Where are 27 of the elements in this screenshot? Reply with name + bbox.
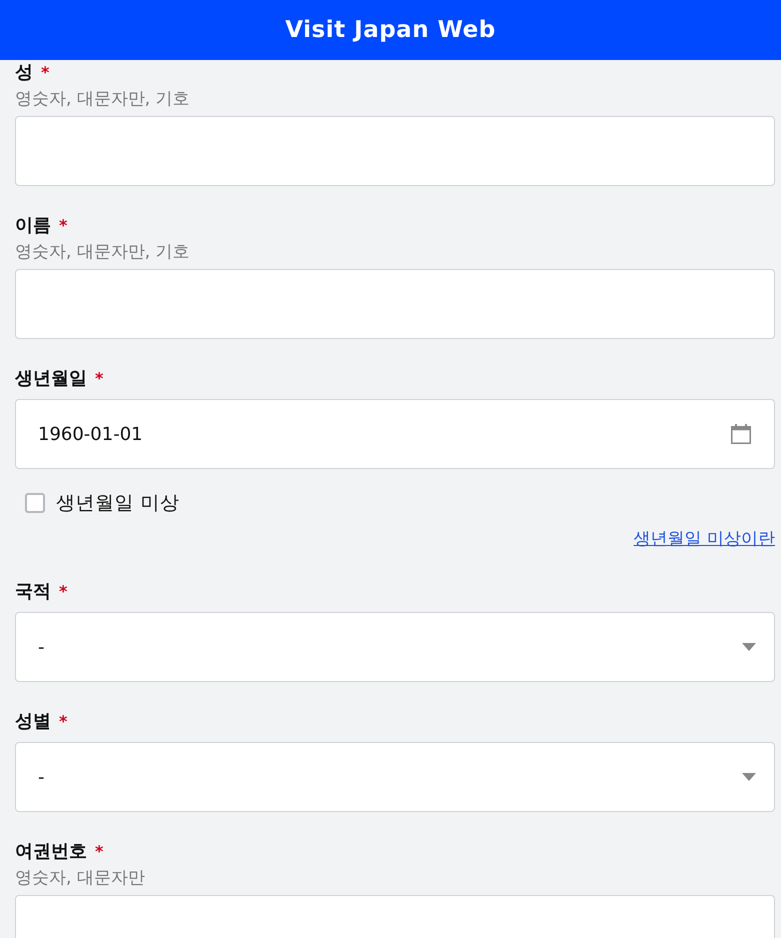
app-title: Visit Japan Web <box>285 17 496 43</box>
checkbox-label: 생년월일 미상 <box>56 491 180 516</box>
caret-icon <box>742 773 756 781</box>
required-mark: * <box>95 368 104 390</box>
required-mark: * <box>59 581 68 603</box>
required-mark: * <box>59 711 68 733</box>
hint-text: 영숫자, 대문자만, 기호 <box>15 88 191 111</box>
field-label: 성별 <box>15 710 51 734</box>
hint-text: 영숫자, 대문자만 <box>15 867 146 890</box>
required-mark: * <box>41 62 50 84</box>
field-label: 성 <box>15 61 33 85</box>
input-field[interactable] <box>15 116 775 186</box>
required-mark: * <box>59 215 68 237</box>
help-link[interactable]: 생년월일 미상이란 <box>634 526 775 552</box>
checkbox[interactable] <box>25 493 45 513</box>
field-label: 여권번호 <box>15 840 87 864</box>
field-label: 국적 <box>15 580 51 604</box>
select-field[interactable]: - <box>15 742 775 812</box>
field-label: 생년월일 <box>15 367 87 391</box>
calendar-icon <box>731 424 751 444</box>
input-field[interactable] <box>15 269 775 339</box>
select-field[interactable]: - <box>15 612 775 682</box>
required-mark: * <box>95 841 104 863</box>
field-label: 이름 <box>15 214 51 238</box>
hint-text: 영숫자, 대문자만, 기호 <box>15 241 191 264</box>
date-field[interactable]: 1960-01-01 <box>15 399 775 469</box>
caret-icon <box>742 643 756 651</box>
